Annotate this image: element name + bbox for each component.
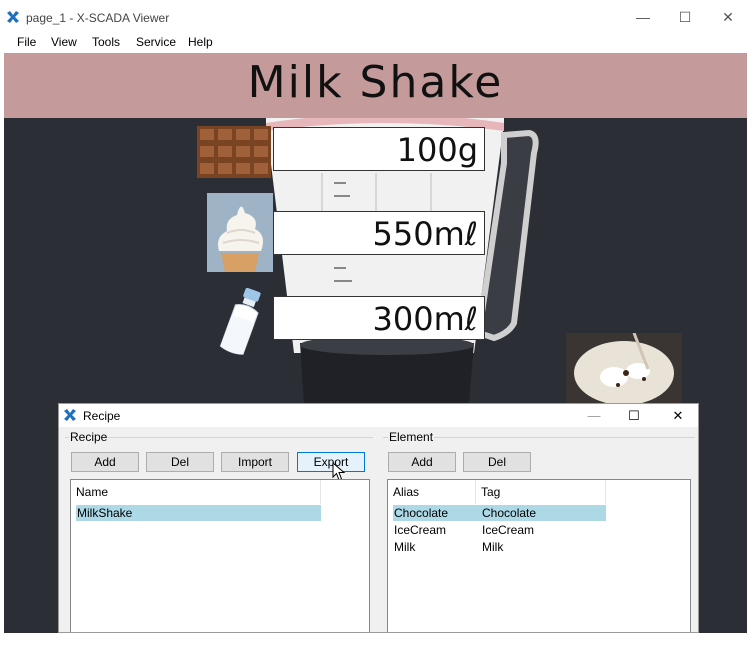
menu-tools[interactable]: Tools [92,35,120,49]
menu-view[interactable]: View [51,35,77,49]
element-group-label: Element [388,430,435,444]
maximize-icon: ☐ [678,8,692,25]
recipe-add-button[interactable]: Add [71,452,139,472]
close-button[interactable]: ✕ [706,4,750,30]
recipe-column-name[interactable]: Name [71,480,321,504]
element-del-button[interactable]: Del [463,452,531,472]
element-row-tag[interactable]: IceCream [482,522,534,538]
maximize-icon: ☐ [628,407,640,423]
menu-file[interactable]: File [17,35,36,49]
milkshake-glass-image [566,333,682,403]
element-row-alias[interactable]: Milk [394,539,415,555]
menu-help[interactable]: Help [188,35,213,49]
menu-service[interactable]: Service [136,35,176,49]
window-titlebar: page_1 - X-SCADA Viewer — ☐ ✕ [0,0,753,33]
recipe-group-border [65,437,373,438]
close-icon: ✕ [672,407,684,423]
page-title: Milk Shake [247,57,504,108]
recipe-del-button[interactable]: Del [146,452,214,472]
recipe-export-button[interactable]: Export [297,452,365,472]
menu-bar: File View Tools Service Help [0,33,753,53]
window-title: page_1 - X-SCADA Viewer [26,11,170,25]
ice-cream-value: 550mℓ [273,211,485,255]
xscada-app-icon [7,11,19,23]
recipe-dialog: Recipe — ☐ ✕ Recipe Add Del Import Expor… [58,403,699,633]
milk-bottle-icon [219,287,261,355]
milk-value: 300mℓ [273,296,485,340]
chocolate-value: 100g [273,127,485,171]
close-icon: ✕ [722,8,734,25]
dialog-titlebar: Recipe — ☐ ✕ [59,404,698,427]
dialog-title: Recipe [83,409,121,423]
element-add-button[interactable]: Add [388,452,456,472]
element-column-alias[interactable]: Alias [388,480,476,504]
chocolate-icon [197,126,271,178]
minimize-button[interactable]: — [621,4,665,30]
recipe-row-name[interactable]: MilkShake [77,505,132,521]
element-column-tag[interactable]: Tag [476,480,606,504]
ice-cream-icon [207,193,273,272]
recipe-import-button[interactable]: Import [221,452,289,472]
element-row-tag[interactable]: Milk [482,539,503,555]
recipe-list[interactable]: Name MilkShake [70,479,370,632]
title-banner: Milk Shake [4,53,747,118]
element-row-alias[interactable]: IceCream [394,522,446,538]
minimize-icon: — [587,408,601,423]
status-strip [0,633,753,656]
maximize-button[interactable]: ☐ [663,4,707,30]
recipe-group-label: Recipe [69,430,109,444]
element-row-tag[interactable]: Chocolate [482,505,536,521]
dialog-minimize-button[interactable]: — [572,404,616,427]
dialog-maximize-button[interactable]: ☐ [612,404,656,427]
dialog-close-button[interactable]: ✕ [656,404,698,427]
xscada-app-icon [64,409,76,421]
element-list[interactable]: Alias Tag Chocolate Chocolate IceCream I… [387,479,691,632]
minimize-icon: — [636,9,650,25]
element-row-alias[interactable]: Chocolate [394,505,448,521]
